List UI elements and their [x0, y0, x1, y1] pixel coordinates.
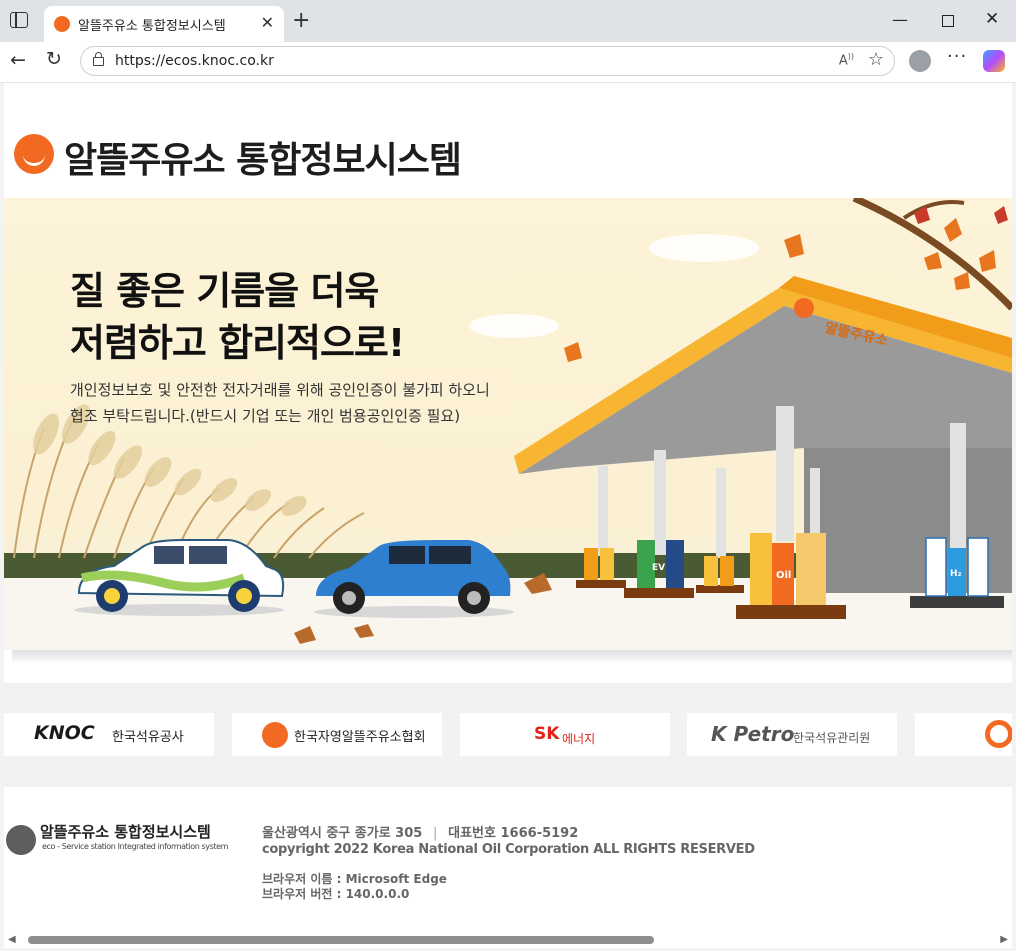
- site-title[interactable]: 알뜰주유소 통합정보시스템: [64, 131, 462, 183]
- sk-logo-icon: SK: [534, 724, 560, 744]
- minimize-icon[interactable]: —: [892, 10, 908, 29]
- partner-kpetro[interactable]: K Petro 한국석유관리원: [687, 713, 897, 756]
- footer-address: 울산광역시 중구 종가로 305: [262, 826, 423, 841]
- partner-name: 한국자영알뜰주유소협회: [294, 730, 426, 745]
- kpetro-logo-icon: K Petro: [711, 722, 795, 746]
- browser-toolbar: ← ↻ https://ecos.knoc.co.kr A)) ☆ ···: [0, 42, 1016, 83]
- address-bar[interactable]: https://ecos.knoc.co.kr A)) ☆: [80, 46, 895, 76]
- partner-name: 한국석유관리원: [793, 731, 871, 745]
- footer-address-line: 울산광역시 중구 종가로 305 | 대표번호 1666-5192: [262, 822, 578, 841]
- footer-subtitle: eco - Service station Integrated informa…: [42, 842, 229, 851]
- suv-car: [314, 540, 514, 618]
- footer-divider: |: [432, 826, 438, 841]
- hero-notice-line1: 개인정보보호 및 안전한 전자거래를 위해 공인인증이 불가피 하오니: [70, 381, 490, 399]
- read-aloud-icon[interactable]: A)): [839, 52, 854, 68]
- browser-tab[interactable]: 알뜰주유소 통합정보시스템 ✕: [44, 6, 284, 42]
- favicon-icon: [54, 16, 70, 32]
- scroll-left-icon[interactable]: ◀: [8, 934, 16, 945]
- reload-icon[interactable]: ↻: [46, 48, 62, 70]
- profile-avatar-icon[interactable]: [909, 50, 931, 72]
- ev-pump-label: EV: [652, 563, 665, 573]
- horizontal-scrollbar[interactable]: ◀ ▶: [4, 932, 1012, 948]
- hero-banner: 알뜰주유소 EV Oil H₂ 질 좋은 기름을 더욱 저렴하고 합리적으로! …: [4, 198, 1012, 650]
- lock-icon[interactable]: [93, 52, 104, 66]
- footer-browser-version: 브라우저 버전 : 140.0.0.0: [262, 887, 410, 901]
- scroll-right-icon[interactable]: ▶: [1000, 934, 1008, 945]
- scrollbar-thumb[interactable]: [28, 936, 654, 944]
- tab-bar: 알뜰주유소 통합정보시스템 ✕ + — ✕: [0, 0, 1016, 42]
- site-logo-icon[interactable]: [14, 134, 54, 174]
- new-tab-icon[interactable]: +: [292, 8, 310, 33]
- knoc-logo-icon: KNOC: [34, 722, 95, 744]
- association-logo-icon: [262, 722, 288, 748]
- footer-copyright: copyright 2022 Korea National Oil Corpor…: [262, 842, 755, 857]
- hero-notice-line2: 협조 부탁드립니다.(반드시 기업 또는 개인 범용공인인증 필요): [70, 407, 461, 425]
- back-icon[interactable]: ←: [10, 49, 26, 71]
- footer-title: 알뜰주유소 통합정보시스템: [40, 823, 211, 841]
- page-viewport: 알뜰주유소 통합정보시스템 알뜰주유소 EV Oil H₂ 질 좋은 기름을 더…: [4, 83, 1012, 932]
- partner-logo-icon: [985, 720, 1012, 748]
- more-menu-icon[interactable]: ···: [947, 46, 967, 67]
- oil-pump-label: Oil: [776, 570, 791, 581]
- footer-phone: 대표번호 1666-5192: [448, 826, 579, 841]
- partner-name: 에너지: [562, 732, 596, 746]
- partner-knoc[interactable]: KNOC 한국석유공사: [4, 713, 214, 756]
- url-text[interactable]: https://ecos.knoc.co.kr: [115, 53, 274, 69]
- partner-logo-strip: KNOC 한국석유공사 한국자영알뜰주유소협회 SK 에너지 K Petro 한…: [4, 683, 1012, 787]
- tab-title: 알뜰주유소 통합정보시스템: [78, 19, 226, 34]
- window-close-icon[interactable]: ✕: [985, 9, 999, 29]
- partner-next[interactable]: [915, 713, 1012, 756]
- partner-sk-energy[interactable]: SK 에너지: [460, 713, 670, 756]
- maximize-icon[interactable]: [942, 15, 954, 27]
- ev-car: [74, 539, 285, 616]
- hero-headline-line2: 저렴하고 합리적으로!: [70, 321, 405, 365]
- copilot-icon[interactable]: [983, 50, 1005, 72]
- footer: 알뜰주유소 통합정보시스템 eco - Service station Inte…: [4, 787, 1012, 932]
- h2-pump-label: H₂: [950, 569, 962, 579]
- footer-logo-icon: [6, 825, 36, 855]
- favorite-star-icon[interactable]: ☆: [868, 49, 884, 70]
- partner-association[interactable]: 한국자영알뜰주유소협회: [232, 713, 442, 756]
- hero-shadow: [12, 650, 1012, 664]
- partner-name: 한국석유공사: [112, 730, 184, 745]
- hero-headline-line1: 질 좋은 기름을 더욱: [70, 269, 379, 313]
- tab-close-icon[interactable]: ✕: [261, 13, 274, 32]
- tab-actions-icon[interactable]: [10, 12, 28, 28]
